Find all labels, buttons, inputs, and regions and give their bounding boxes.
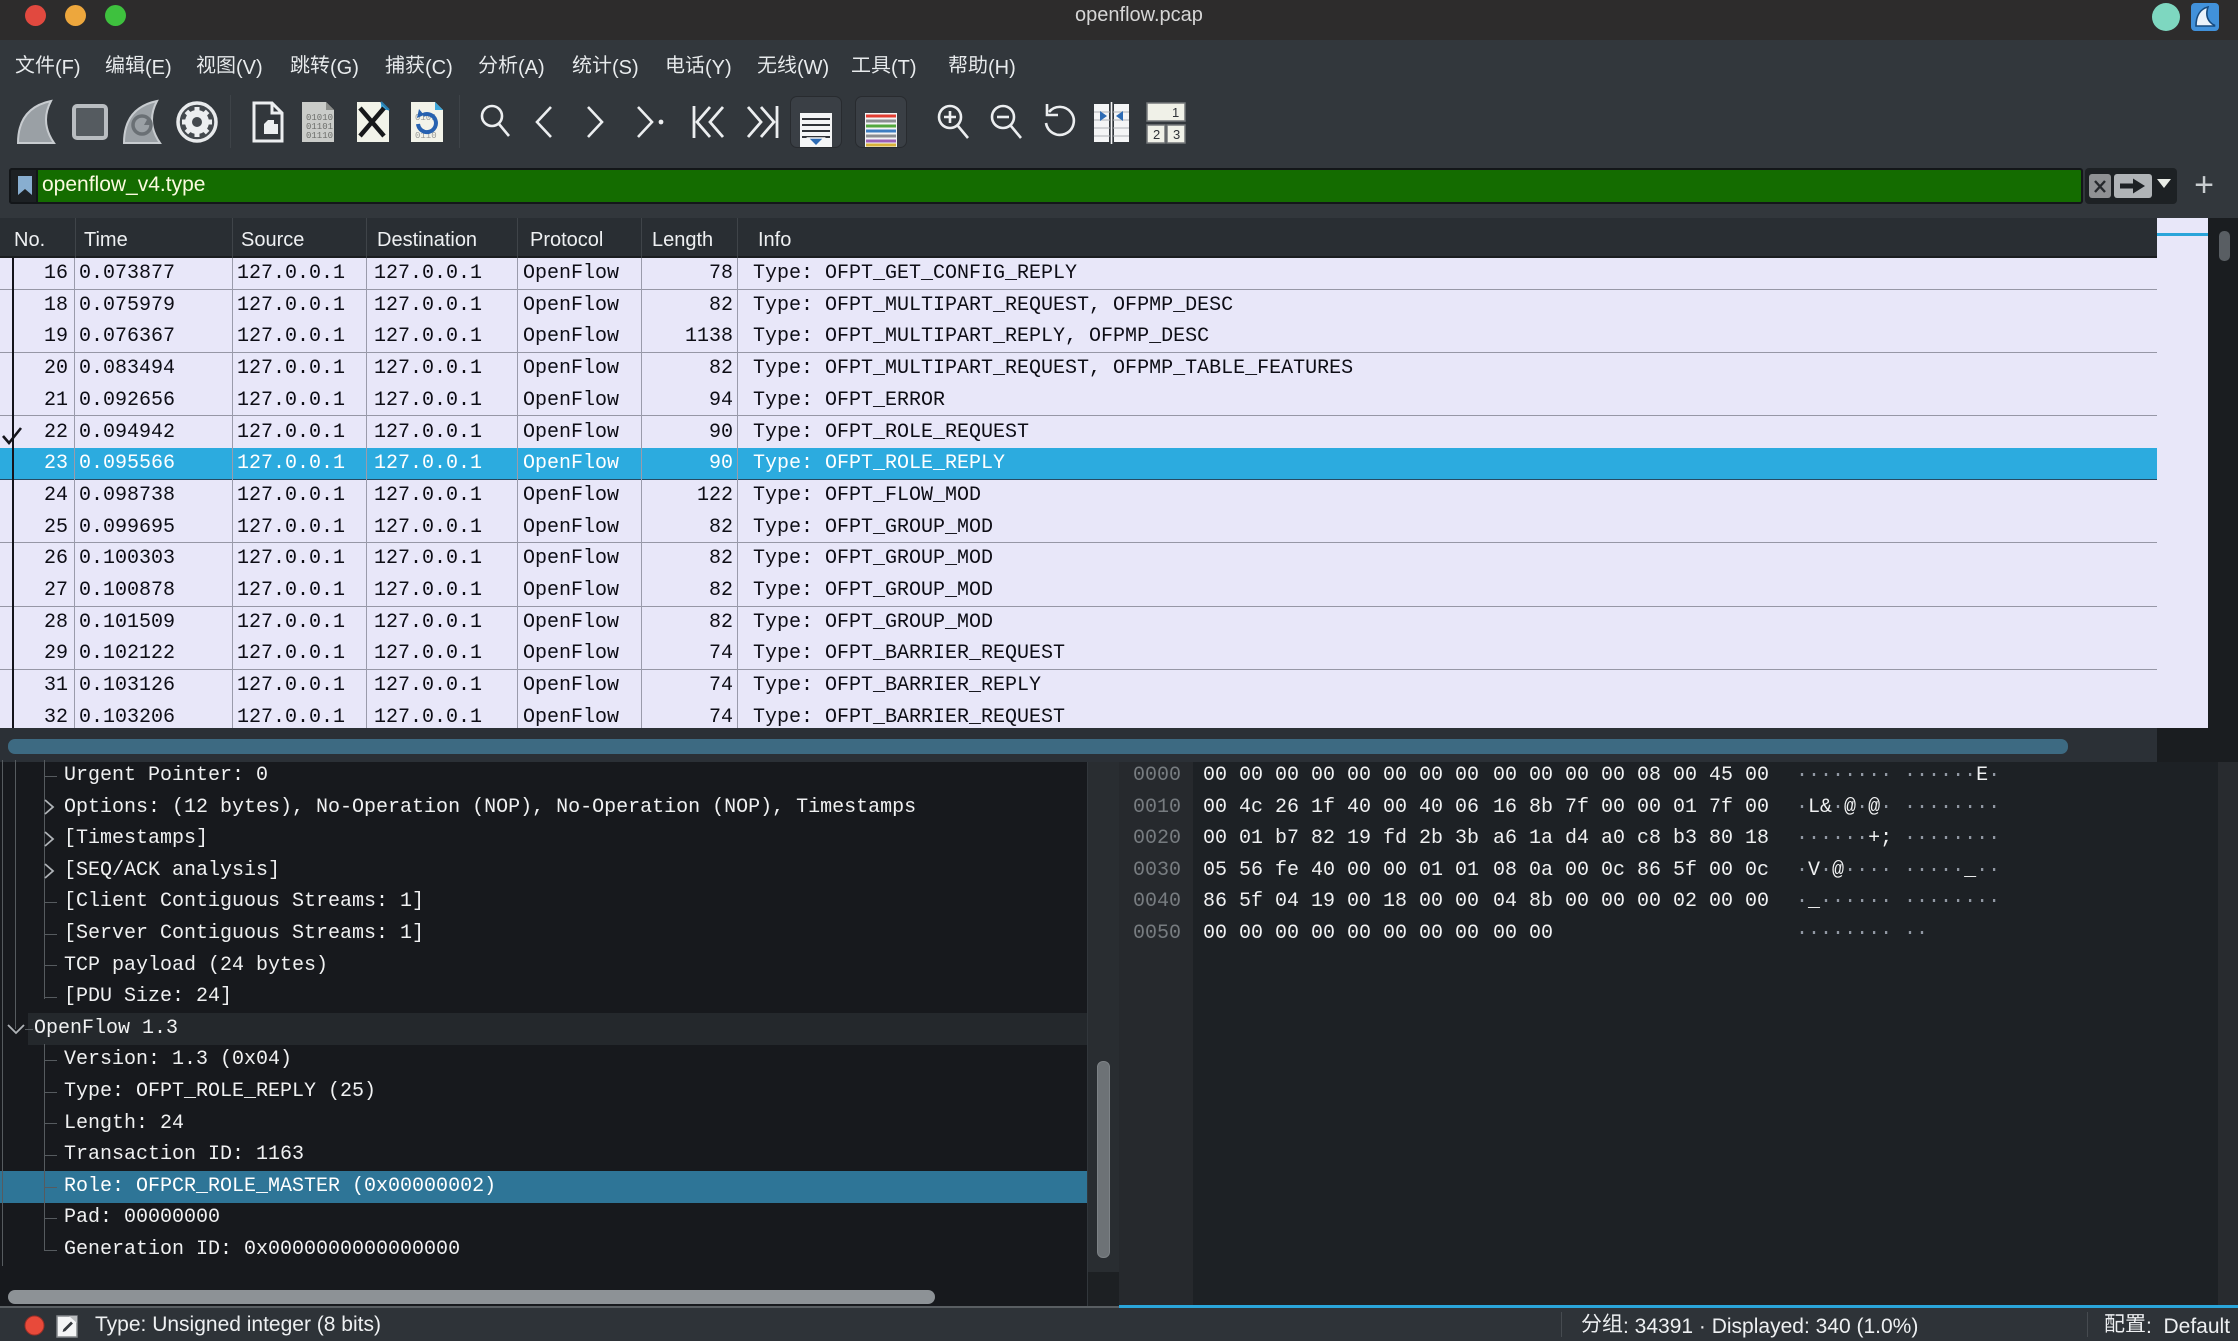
svg-text:01110: 01110 (306, 131, 333, 141)
